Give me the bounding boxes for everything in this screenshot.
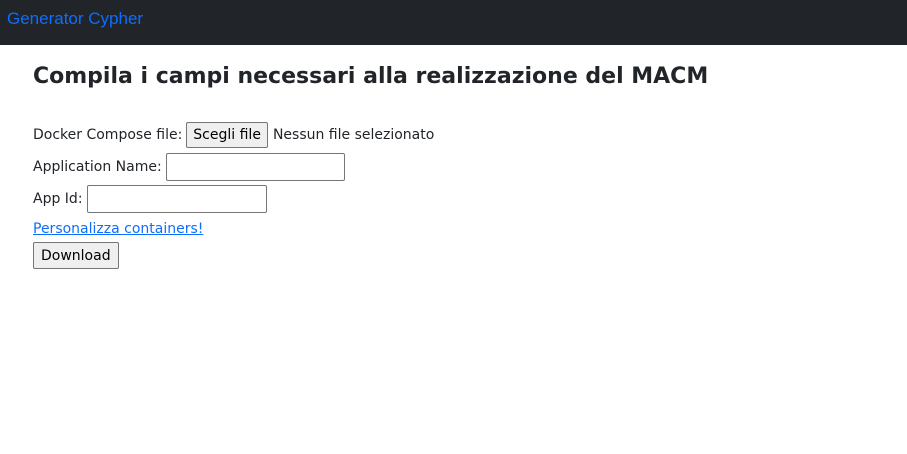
docker-compose-label: Docker Compose file:: [33, 127, 183, 143]
file-status-text: Nessun file selezionato: [272, 127, 435, 143]
choose-file-button[interactable]: Scegli file: [186, 122, 268, 148]
customize-containers-link[interactable]: Personalizza containers!: [33, 221, 203, 237]
download-button[interactable]: Download: [33, 242, 119, 269]
app-id-row: App Id:: [33, 185, 267, 213]
application-name-row: Application Name:: [33, 153, 345, 181]
application-name-input[interactable]: [165, 153, 345, 181]
navbar-brand[interactable]: Generator Cypher: [7, 9, 143, 29]
app-id-input[interactable]: [86, 185, 267, 213]
docker-compose-row: Docker Compose file: Scegli file Nessun …: [33, 122, 434, 148]
navbar: Generator Cypher: [0, 0, 907, 45]
app-id-label: App Id:: [33, 191, 83, 207]
application-name-label: Application Name:: [33, 159, 162, 175]
page-title: Compila i campi necessari alla realizzaz…: [33, 64, 709, 89]
